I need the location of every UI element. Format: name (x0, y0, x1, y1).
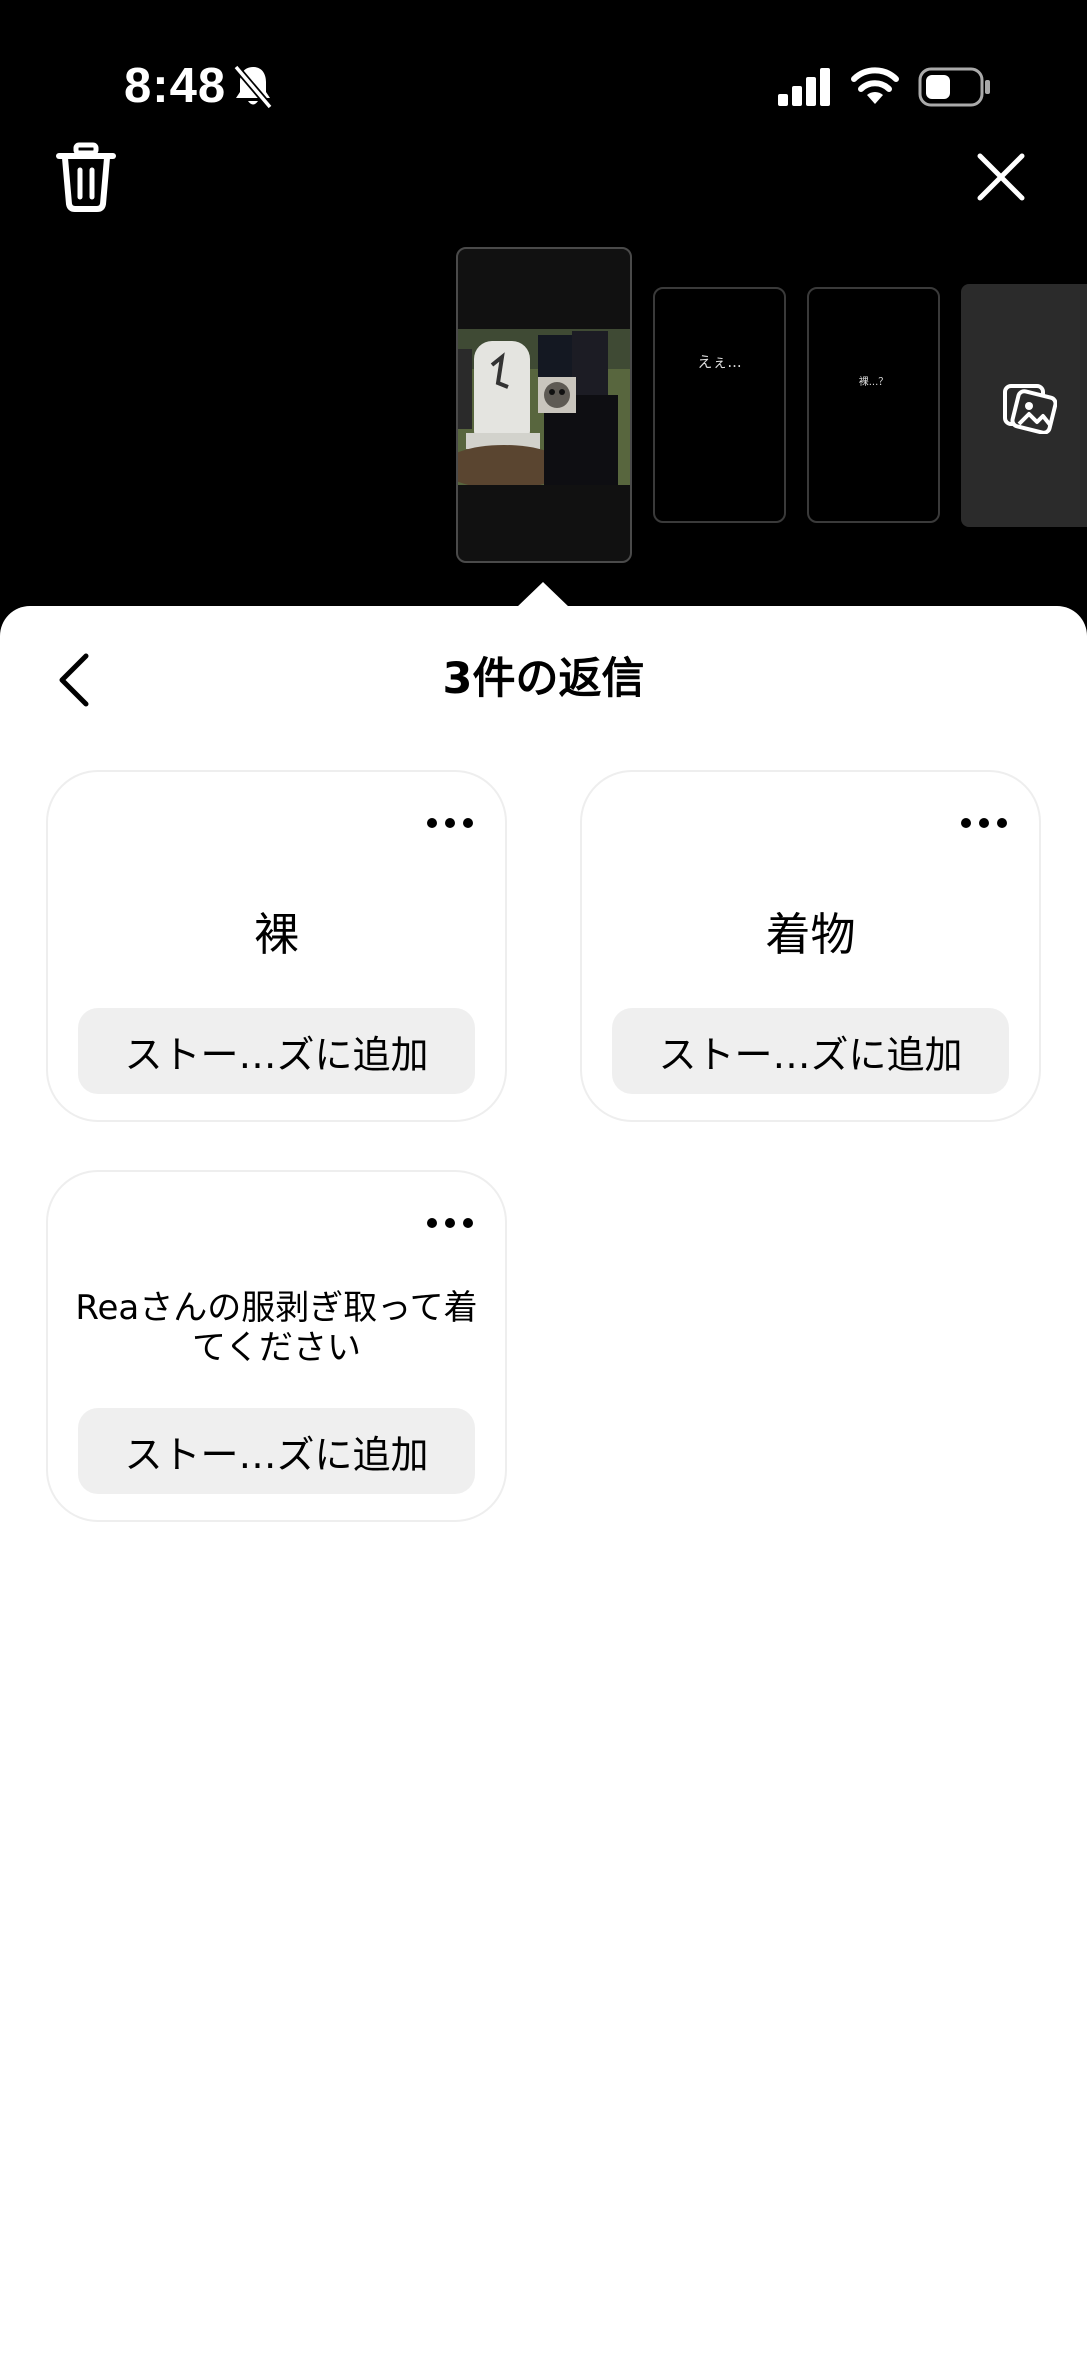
reply-card: 着物 ストー…ズに追加 (580, 770, 1041, 1122)
bell-muted-icon (233, 64, 273, 110)
gallery-button[interactable] (961, 284, 1087, 527)
cellular-signal-icon (778, 68, 830, 106)
status-time: 8:48 (124, 59, 227, 113)
wifi-icon (851, 67, 899, 104)
story-thumbnail[interactable]: 裸...？ (807, 287, 940, 523)
reply-text: 着物 (765, 908, 856, 961)
replies-sheet: 3件の返信 裸 ストー…ズに追加 着物 ストー…ズに追加 Reaさんの服剥ぎ取っ… (0, 606, 1087, 2364)
add-to-story-button[interactable]: ストー…ズに追加 (78, 1408, 475, 1494)
battery-icon (918, 67, 990, 107)
more-options-icon[interactable] (959, 816, 1009, 830)
story-thumbnail-text: えぇ... (697, 353, 742, 371)
reply-text: 裸 (253, 908, 299, 961)
more-options-icon[interactable] (425, 816, 475, 830)
sheet-pointer (516, 582, 570, 608)
gallery-icon (1003, 384, 1057, 434)
story-thumbnail-selected[interactable] (456, 247, 632, 563)
status-bar: 8:48 (0, 0, 1087, 170)
reply-text: Reaさんの服剥ぎ取って着てください (75, 1288, 478, 1368)
reply-card: 裸 ストー…ズに追加 (46, 770, 507, 1122)
add-to-story-button[interactable]: ストー…ズに追加 (78, 1008, 475, 1094)
story-photo (458, 329, 630, 485)
trash-icon[interactable] (56, 142, 116, 212)
add-to-story-button[interactable]: ストー…ズに追加 (612, 1008, 1009, 1094)
more-options-icon[interactable] (425, 1216, 475, 1230)
reply-card: Reaさんの服剥ぎ取って着てください ストー…ズに追加 (46, 1170, 507, 1522)
story-thumbnail-text: 裸...？ (858, 377, 889, 388)
story-thumbnail[interactable]: えぇ... (653, 287, 786, 523)
close-icon[interactable] (974, 150, 1028, 204)
sheet-title: 3件の返信 (442, 654, 645, 704)
